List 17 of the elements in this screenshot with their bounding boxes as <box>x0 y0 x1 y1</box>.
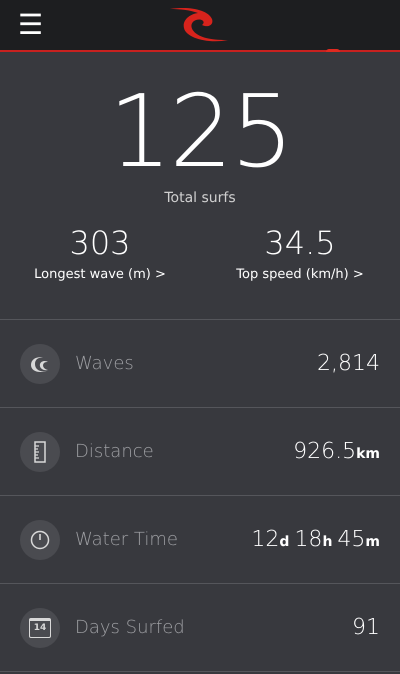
stat-value: 2,814 <box>317 350 380 378</box>
tab-indicator <box>326 49 340 52</box>
stat-label: Waves <box>75 352 134 376</box>
ruler-icon <box>34 440 46 462</box>
stat-label: Water Time <box>75 528 178 552</box>
menu-button[interactable]: ☰ <box>18 11 44 39</box>
stat-label: Days Surfed <box>75 616 185 640</box>
stat-link[interactable]: 303 Longest wave (m) > <box>0 227 200 284</box>
stat-value: 91 <box>352 614 380 642</box>
calendar-icon: 14 <box>29 618 51 638</box>
stopwatch-icon <box>30 530 50 550</box>
stat-value: 12d 18 h 45 m <box>251 526 380 554</box>
total-surfs-label: Total surfs <box>164 189 236 208</box>
stat-label: Distance <box>75 440 154 464</box>
total-surfs-count: 125 <box>108 82 292 182</box>
stat-value: 926.5 km <box>293 438 380 466</box>
stat-link[interactable]: 34.5 Top speed (km/h) > <box>200 227 400 284</box>
